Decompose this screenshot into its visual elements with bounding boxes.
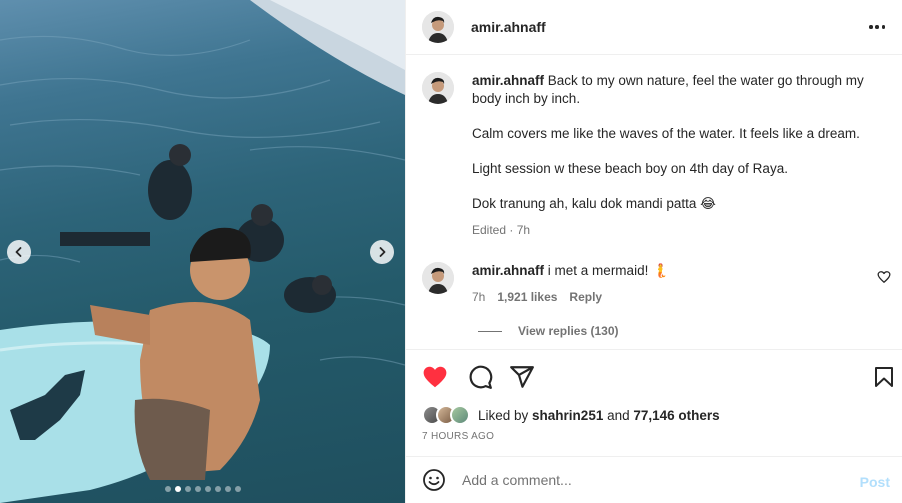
comment-meta: 7h 1,921 likes Reply bbox=[472, 288, 877, 306]
comment-body: amir.ahnaff i met a mermaid! 🧜 bbox=[472, 262, 877, 280]
caption-text: amir.ahnaff Back to my own nature, feel … bbox=[472, 72, 877, 239]
save-button[interactable] bbox=[872, 364, 896, 388]
bookmark-icon bbox=[875, 367, 893, 387]
comment-reply-button[interactable]: Reply bbox=[569, 288, 602, 306]
comment-row: amir.ahnaff i met a mermaid! 🧜 7h 1,921 … bbox=[422, 262, 877, 306]
add-comment-bar: Post bbox=[406, 456, 902, 503]
author-username[interactable]: amir.ahnaff bbox=[471, 19, 546, 35]
carousel-next-button[interactable] bbox=[370, 240, 394, 264]
share-icon bbox=[510, 366, 534, 388]
caption-paragraph-2: Calm covers me like the waves of the wat… bbox=[472, 126, 860, 141]
carousel-dot bbox=[234, 486, 241, 492]
heart-filled-icon bbox=[423, 366, 447, 388]
post-media-carousel[interactable] bbox=[0, 0, 405, 503]
carousel-dot bbox=[224, 486, 231, 492]
more-dots-icon bbox=[869, 25, 873, 29]
carousel-prev-button[interactable] bbox=[7, 240, 31, 264]
liker-avatars[interactable] bbox=[422, 405, 470, 425]
post-comment-button[interactable]: Post bbox=[860, 474, 890, 490]
action-bar bbox=[406, 349, 902, 403]
chevron-left-icon bbox=[15, 247, 22, 257]
comment-message: i met a mermaid! 🧜 bbox=[547, 263, 669, 278]
comment-button[interactable] bbox=[467, 364, 493, 389]
likes-prefix: Liked by bbox=[478, 407, 533, 423]
carousel-dot bbox=[164, 486, 171, 492]
caption-paragraph: amir.ahnaff Back to my own nature, feel … bbox=[472, 72, 877, 108]
likes-summary: Liked by shahrin251 and 77,146 others bbox=[422, 405, 720, 425]
replies-divider bbox=[478, 330, 502, 332]
like-button[interactable] bbox=[422, 364, 447, 388]
carousel-dot bbox=[204, 486, 211, 492]
more-dot bbox=[881, 25, 885, 29]
caption-meta: Edited · 7h bbox=[472, 221, 877, 239]
more-dot bbox=[875, 25, 879, 29]
comment-username[interactable]: amir.ahnaff bbox=[472, 263, 544, 278]
carousel-dot bbox=[174, 486, 181, 492]
caption-edited-time: Edited · 7h bbox=[472, 223, 531, 237]
post-modal: amir.ahnaff amir.ahnaff Back to my own n… bbox=[0, 0, 902, 503]
carousel-dot bbox=[214, 486, 221, 492]
more-options-button[interactable] bbox=[867, 17, 887, 37]
carousel-indicator bbox=[0, 486, 405, 492]
likes-middle: and bbox=[603, 407, 634, 423]
carousel-dot bbox=[194, 486, 201, 492]
view-replies-button[interactable]: View replies (130) bbox=[478, 324, 619, 338]
caption-avatar[interactable] bbox=[422, 72, 454, 104]
likes-others-count[interactable]: 77,146 others bbox=[633, 408, 719, 423]
share-button[interactable] bbox=[509, 364, 534, 388]
comment-likes-count[interactable]: 1,921 likes bbox=[497, 288, 557, 306]
caption-row: amir.ahnaff Back to my own nature, feel … bbox=[422, 72, 877, 239]
post-details-panel: amir.ahnaff amir.ahnaff Back to my own n… bbox=[405, 0, 902, 503]
comment-input[interactable] bbox=[462, 472, 842, 488]
post-timestamp[interactable]: 7 HOURS AGO bbox=[422, 431, 494, 442]
heart-outline-icon bbox=[877, 271, 891, 283]
comment-text: amir.ahnaff i met a mermaid! 🧜 7h 1,921 … bbox=[472, 262, 877, 306]
avatar-image bbox=[422, 72, 454, 104]
commenter-avatar[interactable] bbox=[422, 262, 454, 294]
post-header: amir.ahnaff bbox=[406, 0, 902, 55]
comments-section[interactable]: amir.ahnaff Back to my own nature, feel … bbox=[406, 56, 902, 349]
caption-paragraph-3: Light session w these beach boy on 4th d… bbox=[472, 161, 788, 176]
comment-icon bbox=[469, 365, 493, 389]
likes-text: Liked by shahrin251 and 77,146 others bbox=[478, 408, 720, 423]
avatar-image bbox=[422, 262, 454, 294]
view-replies-label: View replies (130) bbox=[518, 324, 619, 338]
liked-by-user[interactable]: shahrin251 bbox=[532, 408, 603, 423]
chevron-right-icon bbox=[379, 247, 386, 257]
liker-avatar bbox=[450, 405, 470, 425]
carousel-dot bbox=[184, 486, 191, 492]
caption-username[interactable]: amir.ahnaff bbox=[472, 73, 544, 88]
author-avatar[interactable] bbox=[422, 11, 454, 43]
emoji-icon[interactable] bbox=[422, 468, 446, 492]
comment-time: 7h bbox=[472, 290, 486, 304]
caption-paragraph-4: Dok tranung ah, kalu dok mandi patta 😂 bbox=[472, 196, 716, 211]
post-photo bbox=[0, 0, 405, 503]
comment-like-button[interactable] bbox=[877, 270, 891, 284]
avatar-image bbox=[422, 11, 454, 43]
